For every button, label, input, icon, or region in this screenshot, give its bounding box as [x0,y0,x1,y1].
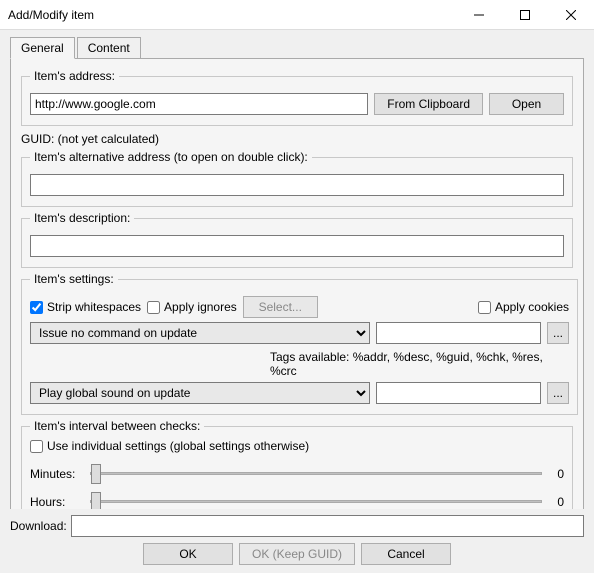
titlebar: Add/Modify item [0,0,594,30]
download-label: Download: [10,519,67,533]
window-title: Add/Modify item [8,8,456,22]
sound-select[interactable]: Play global sound on update [30,382,370,404]
address-input[interactable] [30,93,368,115]
settings-legend: Item's settings: [30,272,118,286]
tab-row: General Content [10,37,584,59]
ok-keep-guid-button: OK (Keep GUID) [239,543,355,565]
hours-value: 0 [548,495,564,509]
cancel-button[interactable]: Cancel [361,543,451,565]
minimize-button[interactable] [456,0,502,30]
command-param-input[interactable] [376,322,541,344]
select-ignores-button[interactable]: Select... [243,296,318,318]
minutes-label: Minutes: [30,467,84,481]
tab-content[interactable]: Content [77,37,141,59]
alt-address-input[interactable] [30,174,564,196]
open-button[interactable]: Open [489,93,564,115]
alt-address-group: Item's alternative address (to open on d… [21,150,573,207]
from-clipboard-button[interactable]: From Clipboard [374,93,483,115]
minutes-value: 0 [548,467,564,481]
description-group: Item's description: [21,211,573,268]
download-input[interactable] [71,515,584,537]
maximize-button[interactable] [502,0,548,30]
use-individual-checkbox[interactable]: Use individual settings (global settings… [30,439,309,453]
address-group: Item's address: From Clipboard Open [21,69,573,126]
sound-param-input [376,382,541,404]
address-legend: Item's address: [30,69,119,83]
guid-label: GUID: (not yet calculated) [21,132,573,146]
settings-group: Item's settings: Strip whitespaces Apply… [21,272,578,415]
interval-legend: Item's interval between checks: [30,419,204,433]
alt-address-legend: Item's alternative address (to open on d… [30,150,312,164]
apply-cookies-checkbox[interactable]: Apply cookies [478,300,569,314]
close-button[interactable] [548,0,594,30]
sound-browse-button: ... [547,382,569,404]
apply-ignores-checkbox[interactable]: Apply ignores [147,300,237,314]
tab-pane-general: Item's address: From Clipboard Open GUID… [10,58,584,562]
command-browse-button[interactable]: ... [547,322,569,344]
command-select[interactable]: Issue no command on update [30,322,370,344]
hours-label: Hours: [30,495,84,509]
tags-available-label: Tags available: %addr, %desc, %guid, %ch… [30,350,569,378]
tab-general[interactable]: General [10,37,75,59]
minutes-slider[interactable] [90,464,542,484]
strip-whitespaces-checkbox[interactable]: Strip whitespaces [30,300,141,314]
description-legend: Item's description: [30,211,134,225]
description-input[interactable] [30,235,564,257]
ok-button[interactable]: OK [143,543,233,565]
